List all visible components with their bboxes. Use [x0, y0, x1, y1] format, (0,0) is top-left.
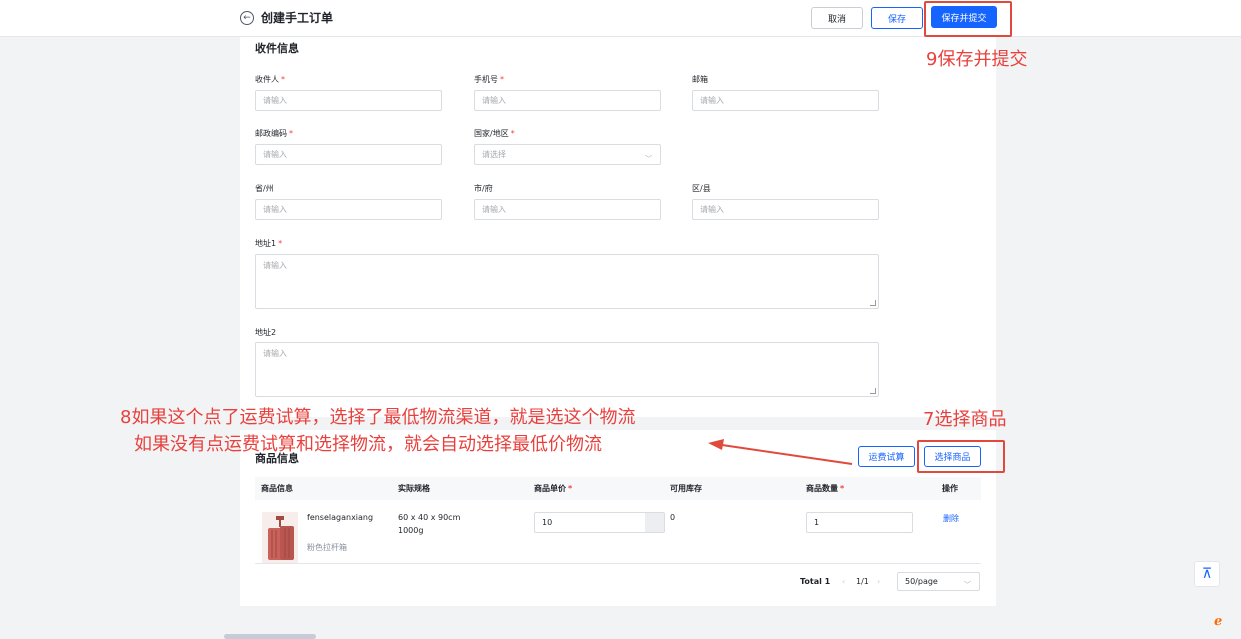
unit-price-value: 10	[542, 518, 553, 527]
product-name: 粉色拉杆箱	[307, 543, 347, 552]
address2-textarea[interactable]: 请输入	[255, 342, 879, 397]
freight-estimate-button[interactable]: 运费试算	[858, 446, 915, 467]
recipient-section-title: 收件信息	[255, 42, 299, 55]
city-input[interactable]: 请输入	[474, 199, 661, 220]
next-page-icon[interactable]: ›	[877, 577, 880, 586]
products-card: 商品信息 运费试算 选择商品 商品信息 实际规格 商品单价 * 可用库存 商品数量…	[240, 430, 996, 606]
chevron-down-icon: ﹀	[964, 581, 971, 589]
top-bar: ← 创建手工订单 取消 保存 保存并提交	[0, 0, 1241, 37]
col-stock: 可用库存	[670, 484, 702, 493]
cancel-button[interactable]: 取消	[811, 7, 863, 29]
zip-input[interactable]: 请输入	[255, 144, 442, 165]
chevron-down-icon: ﹀	[645, 155, 652, 163]
row-divider	[255, 563, 981, 564]
page-size-value: 50/page	[905, 577, 938, 586]
label-email: 邮箱	[692, 75, 708, 84]
pagination-total: Total 1	[800, 577, 831, 586]
district-input[interactable]: 请输入	[692, 199, 879, 220]
arrow-left-icon[interactable]: ←	[240, 11, 254, 25]
page-title: 创建手工订单	[261, 11, 334, 25]
label-address1: 地址1 *	[255, 239, 283, 248]
label-recipient: 收件人 *	[255, 75, 285, 84]
price-addon	[645, 513, 664, 532]
phone-input[interactable]: 请输入	[474, 90, 661, 111]
select-product-highlight	[917, 440, 1005, 473]
back-to-top-icon[interactable]: ⊼	[1194, 561, 1220, 587]
label-city: 市/府	[474, 184, 493, 193]
save-submit-highlight	[924, 1, 1012, 37]
delete-link[interactable]: 删除	[943, 513, 959, 524]
assistant-icon[interactable]: ℯ	[1214, 614, 1234, 634]
label-address2: 地址2	[255, 328, 277, 337]
recipient-card: 收件信息 收件人 * 请输入 手机号 * 请输入 邮箱 请输入 邮政编码 * 请输入 …	[240, 37, 996, 417]
annotation-arrow-icon	[708, 439, 853, 465]
product-sku: fenselaganxiang	[307, 513, 374, 522]
label-district: 区/县	[692, 184, 711, 193]
label-zip: 邮政编码 *	[255, 129, 293, 138]
table-header	[255, 477, 981, 500]
annotation-freight-line1: 8如果这个点了运费试算，选择了最低物流渠道，就是选这个物流	[120, 407, 636, 428]
col-action: 操作	[942, 484, 958, 493]
col-spec: 实际规格	[398, 484, 430, 493]
prev-page-icon[interactable]: ‹	[842, 577, 845, 586]
annotation-freight-line2: 如果没有点运费试算和选择物流，就会自动选择最低价物流	[134, 434, 602, 455]
country-select-placeholder: 请选择	[482, 150, 506, 159]
annotation-select-product: 7选择商品	[923, 409, 1007, 430]
recipient-input[interactable]: 请输入	[255, 90, 442, 111]
quantity-input[interactable]: 1	[806, 512, 913, 533]
country-select[interactable]: 请选择 ﹀	[474, 144, 661, 165]
col-product-info: 商品信息	[261, 484, 293, 493]
label-phone: 手机号 *	[474, 75, 504, 84]
save-button[interactable]: 保存	[871, 7, 923, 29]
email-input[interactable]: 请输入	[692, 90, 879, 111]
col-quantity: 商品数量 *	[806, 484, 845, 493]
horizontal-scrollbar[interactable]	[224, 634, 316, 639]
annotation-save-submit: 9保存并提交	[926, 49, 1028, 70]
page-size-select[interactable]: 50/page ﹀	[897, 572, 980, 591]
product-weight: 1000g	[398, 526, 424, 535]
address1-placeholder: 请输入	[263, 261, 287, 270]
label-province: 省/州	[255, 184, 274, 193]
unit-price-input[interactable]: 10	[534, 512, 665, 533]
resize-handle-icon[interactable]	[870, 300, 876, 306]
product-size: 60 x 40 x 90cm	[398, 513, 461, 522]
pagination-page: 1/1	[856, 577, 869, 586]
province-input[interactable]: 请输入	[255, 199, 442, 220]
label-country: 国家/地区 *	[474, 129, 515, 138]
address2-placeholder: 请输入	[263, 349, 287, 358]
product-thumbnail	[262, 512, 298, 564]
stock-value: 0	[670, 513, 676, 522]
resize-handle-icon[interactable]	[870, 388, 876, 394]
col-unit-price: 商品单价 *	[534, 484, 573, 493]
address1-textarea[interactable]: 请输入	[255, 254, 879, 309]
